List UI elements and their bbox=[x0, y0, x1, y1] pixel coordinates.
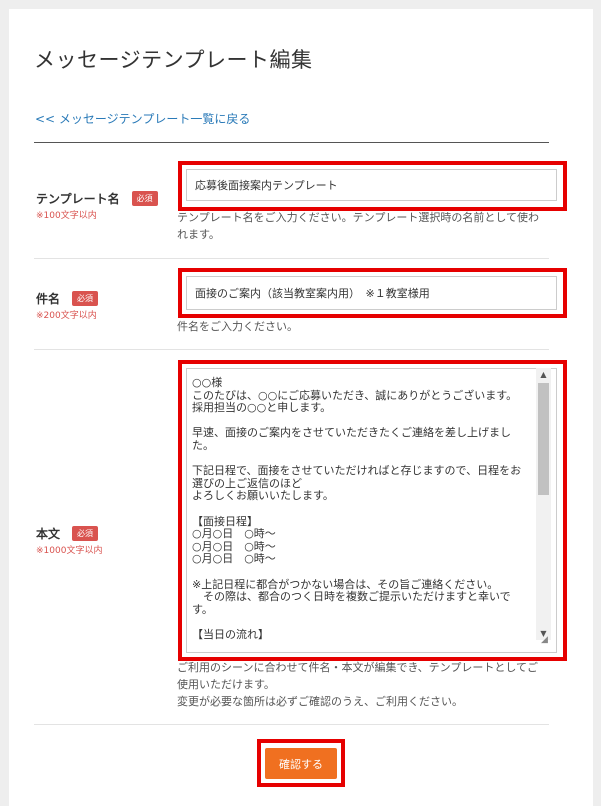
body-help-line-2: 変更が必要な箇所は必ずご確認のうえ、ご利用ください。 bbox=[177, 695, 463, 708]
body-label: 本文 必須 bbox=[36, 525, 99, 542]
template-name-limit: ※100文字以内 bbox=[36, 211, 97, 221]
subject-label: 件名 必須 bbox=[36, 290, 99, 307]
body-scrollbar[interactable]: ▲ ▼ bbox=[536, 368, 551, 640]
required-badge: 必須 bbox=[72, 526, 99, 541]
row-divider bbox=[34, 349, 549, 350]
header-rule bbox=[34, 142, 549, 143]
scroll-up-icon[interactable]: ▲ bbox=[536, 368, 551, 381]
scroll-thumb[interactable] bbox=[538, 383, 549, 495]
confirm-button[interactable]: 確認する bbox=[265, 748, 337, 779]
row-divider bbox=[34, 258, 549, 259]
subject-label-text: 件名 bbox=[36, 292, 61, 306]
template-name-label-text: テンプレート名 bbox=[36, 192, 120, 206]
subject-help: 件名をご入力ください。 bbox=[177, 320, 298, 333]
row-divider bbox=[34, 724, 549, 725]
body-help-line-1: ご利用のシーンに合わせて件名・本文が編集でき、テンプレートとしてご使用いただけま… bbox=[177, 661, 539, 691]
required-badge: 必須 bbox=[72, 291, 99, 306]
body-help: ご利用のシーンに合わせて件名・本文が編集でき、テンプレートとしてご使用いただけま… bbox=[177, 659, 547, 710]
body-textarea[interactable]: ○○様 このたびは、○○にご応募いただき、誠にありがとうございます。 採用担当の… bbox=[186, 371, 529, 640]
subject-limit: ※200文字以内 bbox=[36, 311, 97, 321]
subject-input[interactable]: 面接のご案内（該当教室案内用） ※１教室様用 bbox=[186, 276, 557, 310]
back-to-list-link[interactable]: << メッセージテンプレート一覧に戻る bbox=[35, 110, 250, 127]
page-title: メッセージテンプレート編集 bbox=[34, 48, 313, 72]
template-name-input[interactable]: 応募後面接案内テンプレート bbox=[186, 169, 557, 201]
body-limit: ※1000文字以内 bbox=[36, 546, 103, 556]
required-badge: 必須 bbox=[131, 191, 158, 206]
body-label-text: 本文 bbox=[36, 527, 61, 541]
template-name-label: テンプレート名 必須 bbox=[36, 190, 158, 207]
resize-grip-icon[interactable]: ◢ bbox=[541, 636, 548, 645]
template-name-help: テンプレート名をご入力ください。テンプレート選択時の名前として使われます。 bbox=[177, 211, 540, 241]
